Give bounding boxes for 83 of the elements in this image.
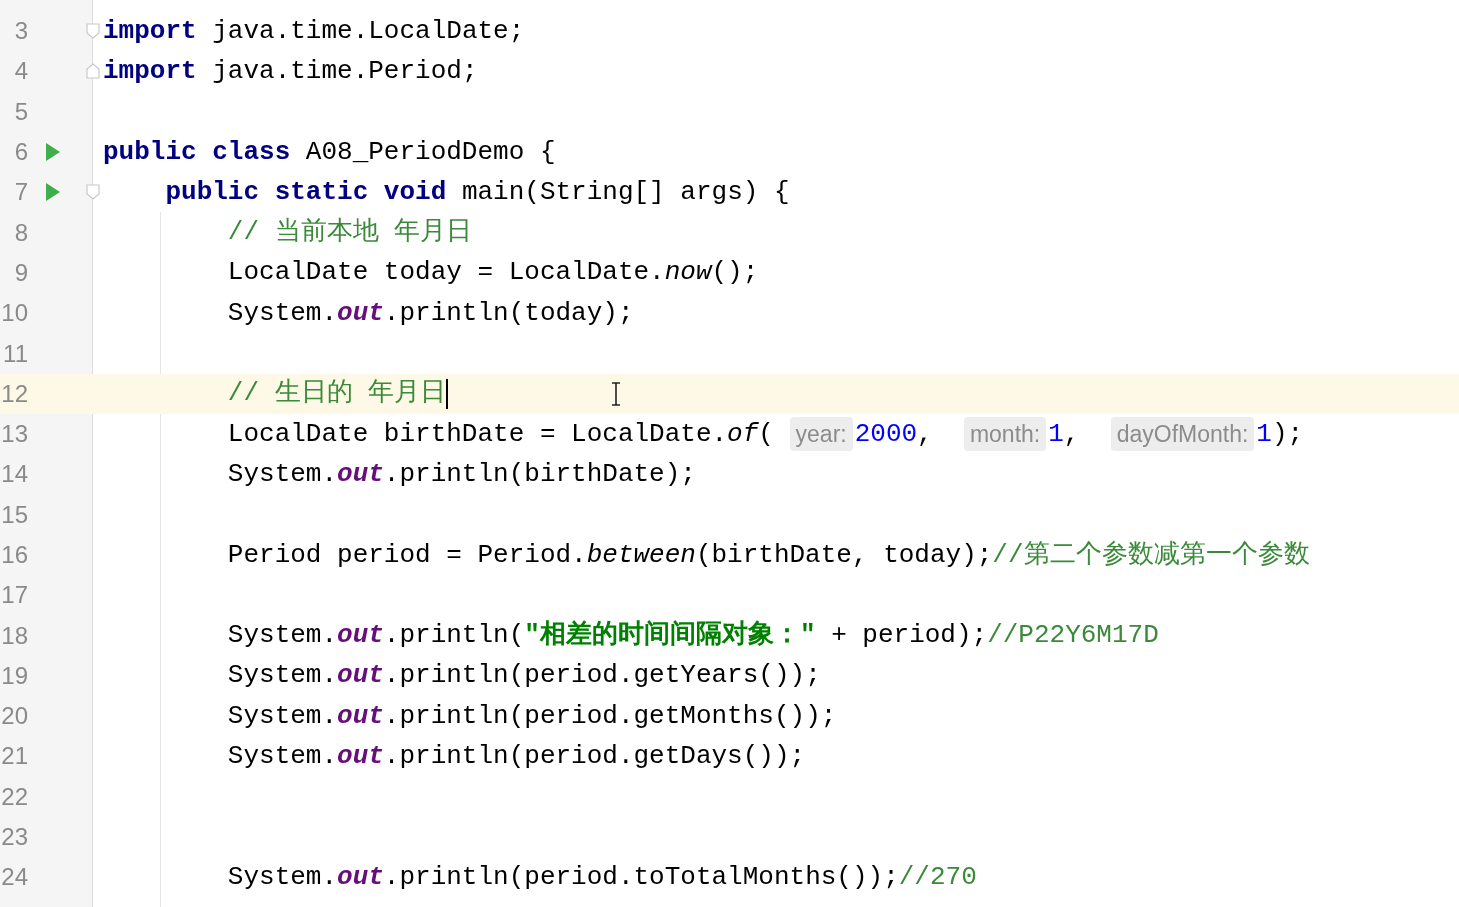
code-token: System. [227, 860, 338, 894]
code-token: import [103, 14, 197, 48]
code-token: A08_PeriodDemo { [305, 135, 556, 169]
line-number: 9 [13, 257, 28, 288]
line-number: 10 [0, 298, 28, 329]
line-number: 22 [0, 781, 28, 812]
code-token: main(String[] args) { [461, 175, 790, 209]
code-token: .println( [383, 619, 525, 653]
code-token: of [727, 417, 759, 451]
code-token: out [337, 740, 384, 773]
fold-icon[interactable] [86, 23, 100, 39]
text-cursor-icon [611, 381, 621, 406]
code-token: .println(today); [383, 296, 634, 330]
line-number: 14 [0, 459, 28, 490]
code-token: (birthDate, today); [695, 538, 993, 572]
line-number: 11 [2, 338, 28, 369]
line-number: 21 [0, 741, 28, 772]
line-number: 3 [13, 16, 28, 47]
line-number: 24 [0, 862, 28, 893]
code-token: now [664, 256, 712, 290]
run-icon[interactable] [45, 182, 61, 203]
code-comment: //P22Y6M17D [987, 619, 1159, 653]
line-number: 13 [0, 419, 28, 450]
code-token: between [586, 538, 696, 572]
line-number: 17 [0, 580, 28, 611]
code-comment: //第二个参数减第一个参数 [992, 538, 1310, 572]
code-token: import [103, 54, 197, 88]
code-token: out [337, 457, 384, 491]
code-comment: //270 [898, 860, 977, 894]
parameter-hint: dayOfMonth: [1110, 416, 1255, 452]
code-comment: // 生日的 年月日 [227, 377, 447, 411]
code-token: "相差的时间间隔对象：" [524, 619, 816, 653]
code-token: out [337, 860, 384, 894]
fold-icon[interactable] [86, 184, 100, 201]
code-token: ( [758, 417, 775, 451]
line-number: 4 [13, 56, 28, 87]
parameter-hint: year: [789, 416, 853, 452]
code-token: 1 [1256, 417, 1272, 451]
code-token: , [917, 417, 934, 451]
code-token: out [337, 619, 384, 653]
line-number: 23 [0, 822, 28, 853]
code-token: LocalDate today = LocalDate. [227, 256, 665, 290]
code-token: 1 [1048, 417, 1064, 451]
code-token: out [337, 296, 384, 330]
code-editor[interactable] [0, 0, 1459, 907]
code-token: ); [1271, 417, 1304, 451]
code-token: System. [227, 296, 338, 330]
code-token: Period period = Period. [227, 538, 587, 572]
code-token: out [337, 659, 384, 693]
code-token: out [337, 699, 384, 733]
code-token: 2000 [854, 417, 918, 451]
code-token: + period); [831, 619, 988, 653]
line-number: 7 [13, 177, 28, 208]
code-token: .println(birthDate); [383, 457, 696, 491]
code-token: java.time.LocalDate; [212, 14, 525, 48]
line-number: 16 [0, 540, 28, 570]
code-token: , [1063, 417, 1081, 451]
line-number: 19 [0, 660, 28, 691]
code-token: java.time.Period; [212, 54, 478, 88]
code-token: .println(period.getMonths()); [383, 699, 837, 733]
code-token: public class [103, 135, 291, 169]
line-number: 5 [13, 96, 28, 127]
code-token: LocalDate birthDate = LocalDate. [227, 417, 728, 451]
run-icon[interactable] [45, 142, 61, 163]
code-token: System. [227, 740, 338, 773]
text-caret [446, 378, 449, 409]
line-number: 12 [0, 378, 28, 409]
parameter-hint: month: [963, 416, 1047, 452]
code-token: System. [227, 659, 338, 693]
line-number: 15 [0, 499, 28, 530]
line-number: 6 [13, 137, 28, 168]
code-comment: // 当前本地 年月日 [227, 216, 473, 250]
code-token: System. [227, 699, 338, 733]
code-token: System. [227, 619, 338, 653]
code-token: .println(period.getYears()); [383, 659, 821, 693]
line-number: 20 [0, 701, 28, 732]
line-number: 8 [13, 217, 28, 248]
code-token: System. [227, 457, 338, 491]
code-token: public static void [165, 175, 447, 209]
code-token: .println(period.getDays()); [383, 740, 806, 773]
line-number: 18 [0, 620, 28, 651]
code-token: .println(period.toTotalMonths()); [383, 860, 899, 894]
fold-icon[interactable] [86, 63, 100, 80]
